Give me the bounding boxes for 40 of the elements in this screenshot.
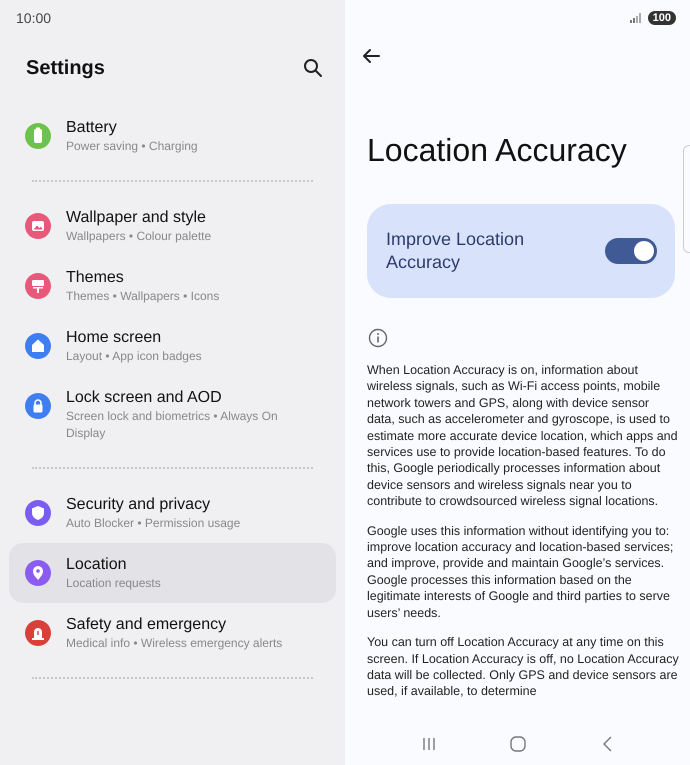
- settings-item[interactable]: Safety and emergency Medical info • Wireless emergency alerts: [9, 603, 336, 663]
- settings-item[interactable]: Lock screen and AOD Screen lock and biometrics • Always On Display: [9, 376, 336, 453]
- description-paragraph: You can turn off Location Accuracy at any time on this screen. If Location Accuracy is off, no Location Accuracy data will be collected. Only GPS and device sensors are used, if available, to determine: [367, 634, 679, 700]
- settings-item[interactable]: Themes Themes • Wallpapers • Icons: [9, 256, 336, 316]
- item-subtitle: Screen lock and biometrics • Always On Display: [66, 408, 279, 442]
- item-title: Security and privacy: [66, 495, 212, 515]
- battery-badge: 100: [648, 11, 676, 25]
- settings-item[interactable]: Wallpaper and style Wallpapers • Colour palette: [9, 196, 336, 256]
- status-time: 10:00: [16, 8, 52, 28]
- item-title: Home screen: [66, 328, 162, 348]
- item-title: Lock screen and AOD: [66, 388, 223, 408]
- toggle-label: Improve Location Accuracy: [386, 228, 526, 274]
- page-title: Location Accuracy: [367, 131, 628, 170]
- signal-icon: [630, 13, 642, 23]
- info-icon[interactable]: [368, 328, 388, 348]
- description-paragraph: Google uses this information without identifying you to: improve location accuracy and location-based services; and improve, provide and maintain Google’s services. Google processes this information based on the legitimate interests of Google and third parties to serve users’ needs.: [367, 522, 674, 622]
- toggle-switch[interactable]: [605, 238, 657, 264]
- description-paragraph: When Location Accuracy is on, information about wireless signals, such as Wi-Fi access points, mobile network towers and GPS, along with device sensor data, such as accelerometer and gyroscope, is used to estimate more accurate device location, which apps and services use to provide location-based features. To do this, Google periodically processes information about device sensors and wireless signals near you to contribute to crowdsourced wireless signal locations.: [367, 362, 679, 510]
- item-title: Safety and emergency: [66, 615, 228, 635]
- back-icon[interactable]: [361, 48, 381, 64]
- screen-title: Settings: [26, 56, 105, 81]
- recent-apps-icon[interactable]: [422, 736, 436, 750]
- item-title: Wallpaper and style: [66, 208, 207, 228]
- item-title: Location: [66, 555, 128, 575]
- home-icon[interactable]: [510, 736, 526, 752]
- item-title: Battery: [66, 118, 118, 138]
- settings-item[interactable]: Security and privacy Auto Blocker • Permission usage: [9, 483, 336, 543]
- item-subtitle: Medical info • Wireless emergency alerts: [66, 635, 284, 652]
- settings-item[interactable]: Home screen Layout • App icon badges: [9, 316, 336, 376]
- item-subtitle: Auto Blocker • Permission usage: [66, 515, 242, 532]
- settings-item[interactable]: Battery Power saving • Charging: [9, 106, 336, 166]
- item-subtitle: Themes • Wallpapers • Icons: [66, 288, 220, 305]
- item-title: Themes: [66, 268, 125, 288]
- item-subtitle: Power saving • Charging: [66, 138, 199, 155]
- item-subtitle: Wallpapers • Colour palette: [66, 228, 212, 245]
- settings-item[interactable]: Location Location requests: [9, 543, 336, 603]
- search-icon[interactable]: [303, 58, 323, 78]
- item-subtitle: Location requests: [66, 575, 162, 592]
- item-subtitle: Layout • App icon badges: [66, 348, 203, 365]
- toggle-card[interactable]: Improve Location Accuracy: [367, 204, 675, 298]
